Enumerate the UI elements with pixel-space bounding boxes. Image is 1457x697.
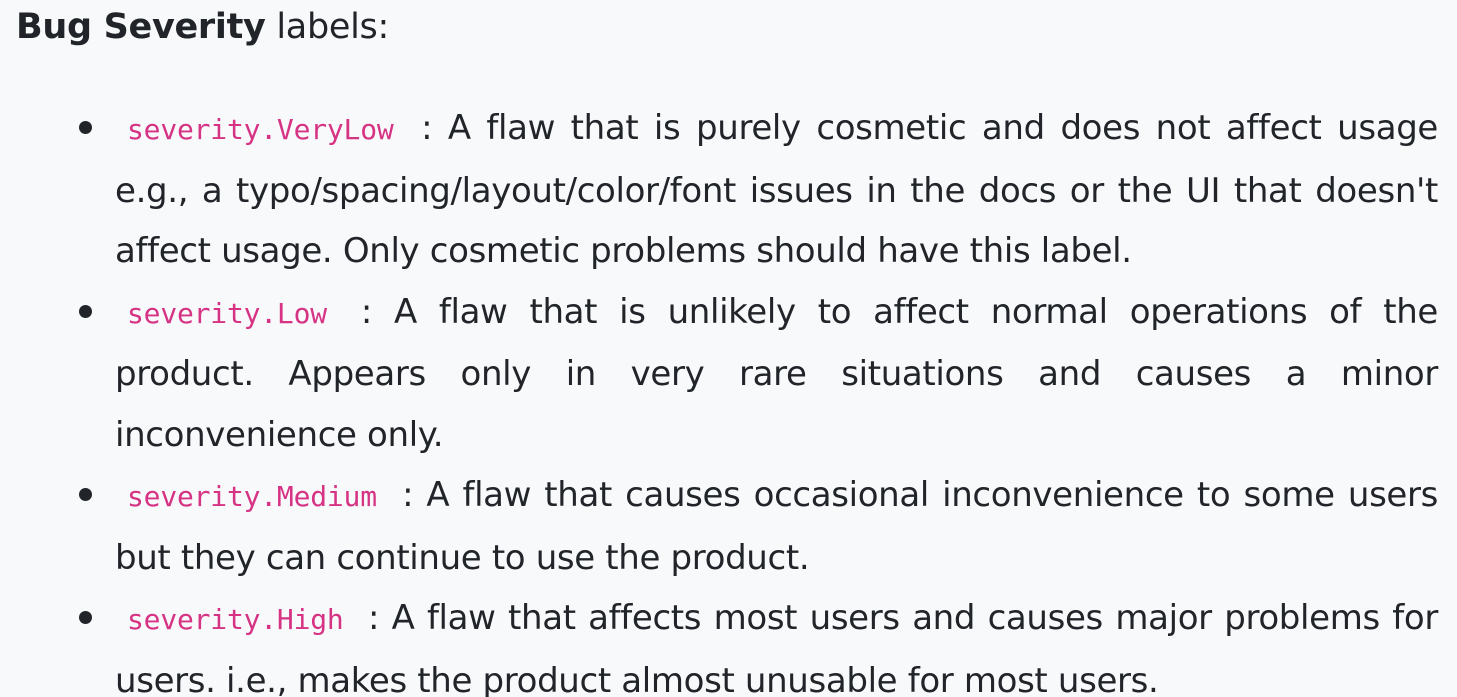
bullet-icon: [79, 304, 92, 318]
severity-code: severity.High: [127, 603, 344, 636]
severity-code: severity.Low: [127, 296, 327, 330]
bullet-icon: [79, 611, 92, 624]
severity-code: severity.VeryLow: [127, 113, 394, 146]
severity-code: severity.Medium: [127, 480, 377, 513]
list-item: severity.Low : A flaw that is unlikely t…: [79, 282, 1438, 466]
bullet-icon: [79, 488, 92, 501]
list-item: severity.High : A flaw that affects most…: [79, 588, 1438, 697]
heading-rest: labels:: [265, 7, 389, 47]
heading-bold: Bug Severity: [16, 7, 266, 47]
list-item: severity.VeryLow : A flaw that is purely…: [79, 98, 1438, 282]
document: Bug Severity labels: severity.VeryLow : …: [0, 0, 1457, 697]
severity-list: severity.VeryLow : A flaw that is purely…: [79, 98, 1438, 697]
heading: Bug Severity labels:: [16, 4, 389, 50]
bullet-icon: [79, 121, 92, 134]
list-item: severity.Medium : A flaw that causes occ…: [79, 465, 1438, 588]
